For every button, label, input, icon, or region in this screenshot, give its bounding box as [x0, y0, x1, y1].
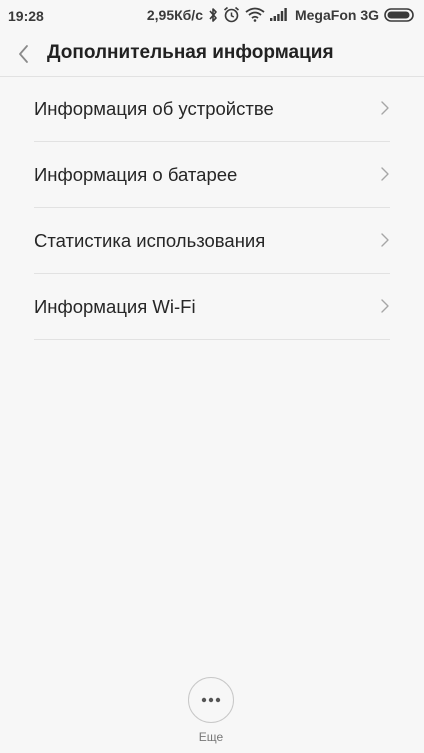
- wifi-icon: [245, 7, 265, 22]
- list-item-label: Информация Wi-Fi: [34, 296, 196, 317]
- carrier-name: MegaFon 3G: [294, 6, 379, 23]
- status-time: 19:28: [8, 8, 44, 24]
- more-dots-icon: [201, 697, 221, 703]
- list-item-usage-stats[interactable]: Статистика использования: [34, 208, 390, 274]
- signal-icon: [269, 8, 288, 21]
- screen: 19:28 2,95Кб/с MegaFon 3G Дополнительная…: [0, 0, 424, 753]
- page-title: Дополнительная информация: [47, 42, 334, 63]
- chevron-right-icon: [380, 298, 390, 314]
- alarm-icon: [223, 6, 240, 23]
- chevron-right-icon: [380, 166, 390, 182]
- chevron-right-icon: [380, 232, 390, 248]
- list-item-battery-info[interactable]: Информация о батарее: [34, 142, 390, 208]
- list-item-wifi-info[interactable]: Информация Wi-Fi: [34, 274, 390, 340]
- list-item-label: Информация о батарее: [34, 164, 238, 185]
- network-speed: 2,95Кб/с: [146, 6, 203, 23]
- list-item-device-info[interactable]: Информация об устройстве: [34, 76, 390, 142]
- back-button[interactable]: [14, 42, 36, 66]
- chevron-left-icon: [14, 42, 36, 66]
- settings-list: Информация об устройстве Информация о ба…: [34, 76, 390, 340]
- list-item-label: Информация об устройстве: [34, 98, 274, 119]
- status-right-group: 2,95Кб/с MegaFon 3G: [147, 6, 416, 23]
- list-item-label: Статистика использования: [34, 230, 266, 251]
- chevron-right-icon: [380, 100, 390, 116]
- battery-icon: [384, 7, 416, 22]
- status-bar: 19:28 2,95Кб/с MegaFon 3G: [0, 0, 424, 32]
- more-button[interactable]: [188, 677, 234, 723]
- bluetooth-icon: [208, 7, 218, 23]
- more-label: Еще: [198, 730, 224, 744]
- title-bar: Дополнительная информация: [0, 32, 424, 77]
